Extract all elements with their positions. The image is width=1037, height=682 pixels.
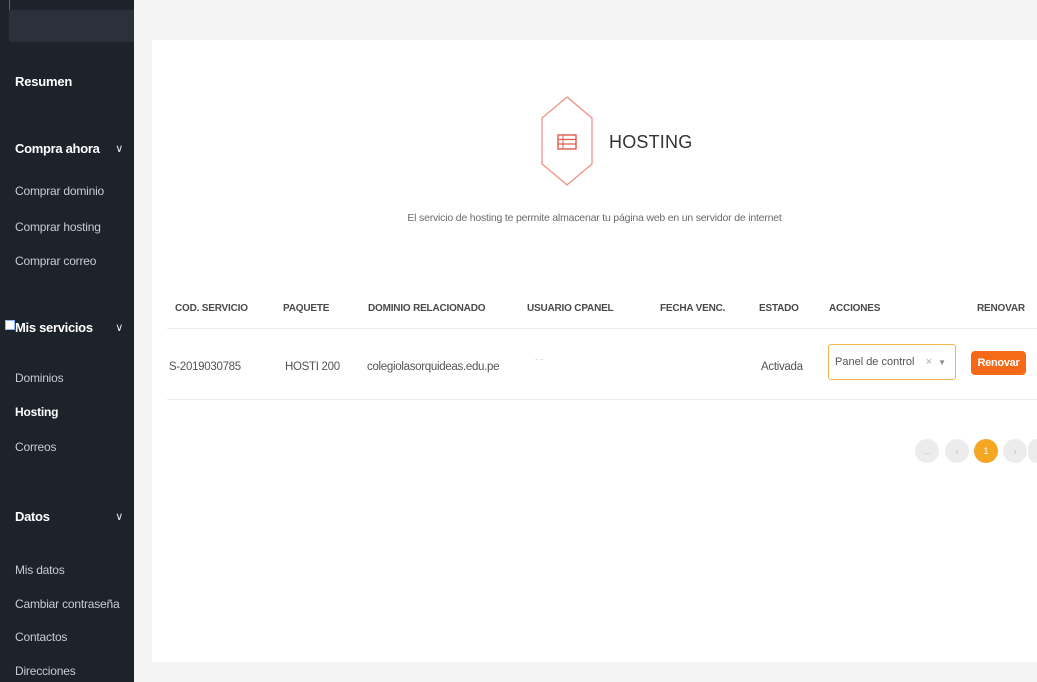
sidebar-group-mis-servicios[interactable]: Mis servicios ∨ [15, 320, 123, 335]
column-header-cod-servicio: COD. SERVICIO [175, 303, 248, 314]
page-subtitle: El servicio de hosting te permite almace… [407, 212, 782, 224]
column-header-dominio: DOMINIO RELACIONADO [368, 303, 486, 314]
top-strip [134, 0, 1037, 12]
column-header-usuario-cpanel: USUARIO CPANEL [527, 303, 614, 314]
renew-button[interactable]: Renovar [971, 351, 1026, 375]
table-row-divider [167, 399, 1037, 400]
chevron-down-icon: ∨ [115, 322, 123, 334]
sidebar-top-bar [9, 10, 134, 42]
server-icon [557, 134, 577, 150]
cell-service-code: S-2019030785 [169, 361, 241, 373]
hosting-hex-badge [540, 95, 594, 187]
sidebar-item-contactos[interactable]: Contactos [15, 630, 67, 644]
column-header-renovar: RENOVAR [977, 303, 1025, 314]
sidebar-item-comprar-hosting[interactable]: Comprar hosting [15, 220, 101, 234]
column-header-acciones: ACCIONES [829, 303, 881, 314]
pagination-last-button[interactable] [1028, 439, 1037, 463]
sidebar-group-label: Datos [15, 509, 50, 524]
sidebar-item-correos[interactable]: Correos [15, 440, 56, 454]
sidebar-item-hosting[interactable]: Hosting [15, 405, 58, 419]
sidebar-item-resumen[interactable]: Resumen [15, 74, 72, 89]
sidebar-item-cambiar-contrasena[interactable]: Cambiar contraseña [15, 597, 120, 611]
chevron-down-icon: ∨ [115, 143, 123, 155]
window-edge-line [9, 0, 10, 10]
actions-select[interactable]: Panel de control × ▼ [828, 344, 956, 380]
sidebar-group-label: Mis servicios [15, 320, 93, 335]
cell-cpanel-user: - - [535, 354, 544, 364]
page-title: HOSTING [609, 132, 693, 152]
cell-status: Activada [761, 361, 803, 373]
pagination-first-button[interactable]: ... [915, 439, 939, 463]
dropdown-arrow-icon[interactable]: ▼ [938, 358, 946, 367]
cell-package: HOSTI 200 [285, 361, 340, 373]
sidebar-item-direcciones[interactable]: Direcciones [15, 664, 76, 678]
clear-icon[interactable]: × [926, 356, 932, 368]
sidebar-group-datos[interactable]: Datos ∨ [15, 509, 123, 524]
pagination-prev-button[interactable]: ‹ [945, 439, 969, 463]
hosting-card: HOSTING El servicio de hosting te permit… [152, 40, 1037, 662]
chevron-down-icon: ∨ [115, 511, 123, 523]
sidebar-group-label: Compra ahora [15, 141, 100, 156]
pagination-page-1[interactable]: 1 [974, 439, 998, 463]
sidebar-item-mis-datos[interactable]: Mis datos [15, 563, 65, 577]
sidebar-item-dominios[interactable]: Dominios [15, 371, 64, 385]
column-header-estado: ESTADO [759, 303, 799, 314]
cell-domain: colegiolasorquideas.edu.pe [367, 361, 500, 373]
sidebar-item-comprar-correo[interactable]: Comprar correo [15, 254, 96, 268]
column-header-paquete: PAQUETE [283, 303, 330, 314]
hexagon-outline-icon [541, 96, 593, 186]
column-header-fecha-venc: FECHA VENC. [660, 303, 726, 314]
sidebar: Resumen Compra ahora ∨ Comprar dominio C… [0, 0, 134, 682]
pagination-next-button[interactable]: › [1003, 439, 1027, 463]
table-header-divider [167, 328, 1037, 329]
sidebar-item-comprar-dominio[interactable]: Comprar dominio [15, 184, 104, 198]
actions-select-value: Panel de control [835, 356, 915, 368]
selection-marker [5, 320, 15, 330]
sidebar-group-compra-ahora[interactable]: Compra ahora ∨ [15, 141, 123, 156]
